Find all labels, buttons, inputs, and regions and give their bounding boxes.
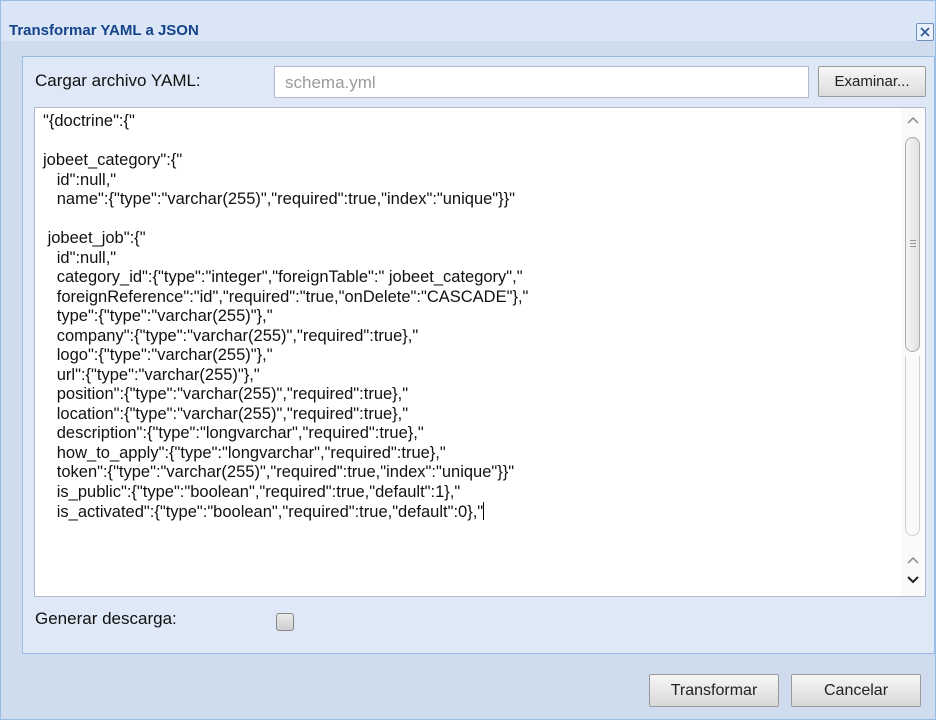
download-checkbox[interactable] — [276, 613, 294, 631]
output-line: "{doctrine":{" — [43, 112, 135, 130]
output-line: url":{"type":"varchar(255)"}," — [43, 365, 260, 384]
output-line: token":{"type":"varchar(255)","required"… — [43, 463, 515, 481]
output-line: name":{"type":"varchar(255)","required":… — [43, 190, 516, 208]
browse-button[interactable]: Examinar... — [818, 66, 926, 97]
output-line: foreignReference":"id","required":"true,… — [43, 287, 529, 306]
output-line: company":{"type":"varchar(255)","require… — [43, 326, 419, 345]
output-line: jobeet_category":{" — [43, 151, 183, 169]
output-line: is_public":{"type":"boolean","required":… — [43, 482, 461, 501]
scroll-up-small-icon[interactable] — [907, 556, 919, 564]
json-output-text: "{doctrine":{" jobeet_category":{" id":n… — [43, 112, 528, 523]
form-panel: Cargar archivo YAML: schema.yml Examinar… — [22, 56, 935, 654]
dialog-title: Transformar YAML a JSON — [9, 22, 199, 39]
output-line: how_to_apply":{"type":"longvarchar","req… — [43, 443, 446, 462]
file-label: Cargar archivo YAML: — [35, 71, 201, 90]
close-icon — [920, 27, 930, 37]
close-button[interactable] — [916, 23, 934, 41]
textarea-scrollbar[interactable] — [901, 108, 925, 596]
cancel-button[interactable]: Cancelar — [791, 674, 921, 707]
output-line: jobeet_job":{" — [43, 229, 146, 247]
text-caret — [483, 502, 485, 520]
output-line: type":{"type":"varchar(255)"}," — [43, 307, 273, 325]
scroll-up-icon[interactable] — [907, 116, 919, 124]
output-line: is_activated":{"type":"boolean","require… — [43, 503, 484, 521]
output-line: id":null," — [43, 248, 117, 267]
json-output-textarea[interactable]: "{doctrine":{" jobeet_category":{" id":n… — [34, 107, 926, 597]
output-line: position":{"type":"varchar(255)","requir… — [43, 385, 409, 403]
transform-button[interactable]: Transformar — [649, 674, 779, 707]
output-line: category_id":{"type":"integer","foreignT… — [43, 268, 523, 286]
download-label: Generar descarga: — [35, 609, 177, 628]
file-path-input[interactable]: schema.yml — [274, 66, 809, 98]
scroll-down-icon[interactable] — [907, 576, 919, 584]
scrollbar-thumb[interactable] — [905, 137, 920, 352]
scrollbar-track — [905, 356, 920, 536]
dialog-window: Transformar YAML a JSON Cargar archivo Y… — [0, 0, 936, 720]
scrollbar-grip-icon — [910, 240, 916, 241]
output-line: location":{"type":"varchar(255)","requir… — [43, 404, 409, 423]
output-line: id":null," — [43, 170, 117, 189]
output-line: logo":{"type":"varchar(255)"}," — [43, 346, 273, 364]
output-line: description":{"type":"longvarchar","requ… — [43, 424, 424, 442]
dialog-titlebar[interactable]: Transformar YAML a JSON — [1, 1, 935, 41]
